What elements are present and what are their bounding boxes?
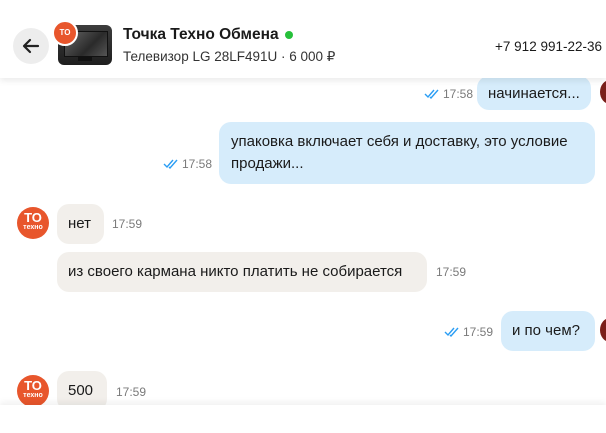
- seller-avatar[interactable]: ТО техно: [17, 375, 49, 407]
- message-text: начинается...: [488, 85, 580, 102]
- message-bubble-outgoing[interactable]: и по чем?: [501, 311, 595, 351]
- seller-logo-badge: ТО: [52, 20, 78, 46]
- message-time: 17:58: [424, 87, 473, 101]
- message-text: 500: [68, 382, 94, 399]
- message-text: и по чем?: [512, 322, 580, 339]
- my-avatar: [600, 80, 606, 104]
- message-composer[interactable]: [0, 405, 606, 433]
- read-ticks-icon: [424, 89, 439, 99]
- listing-subtitle[interactable]: Телевизор LG 28LF491U · 6 000 ₽: [123, 49, 335, 65]
- phone-number[interactable]: +7 912 991-22-36: [495, 39, 602, 54]
- message-time: 17:59: [444, 325, 493, 339]
- seller-avatar[interactable]: ТО техно: [17, 207, 49, 239]
- my-avatar: [600, 318, 606, 342]
- message-time: 17:59: [112, 217, 143, 231]
- chat-header: ТО Точка Техно Обмена Телевизор LG 28LF4…: [0, 0, 606, 78]
- message-bubble-outgoing[interactable]: упаковка включает себя и доставку, это у…: [219, 122, 595, 184]
- message-time: 17:59: [116, 385, 147, 399]
- message-bubble-outgoing[interactable]: начинается...: [477, 76, 591, 110]
- arrow-left-icon: [22, 38, 40, 54]
- message-text: нет: [68, 215, 91, 232]
- message-text: из своего кармана никто платить не собир…: [68, 263, 403, 280]
- read-ticks-icon: [163, 159, 178, 169]
- chat-title[interactable]: Точка Техно Обмена: [123, 26, 293, 44]
- message-bubble-incoming[interactable]: нет: [57, 204, 104, 244]
- online-status-icon: [284, 30, 293, 39]
- message-time: 17:59: [436, 265, 467, 279]
- read-ticks-icon: [444, 327, 459, 337]
- message-text: упаковка включает себя и доставку, это у…: [231, 133, 568, 172]
- message-bubble-incoming[interactable]: из своего кармана никто платить не собир…: [57, 252, 427, 292]
- back-button[interactable]: [13, 28, 49, 64]
- message-time: 17:58: [163, 157, 212, 171]
